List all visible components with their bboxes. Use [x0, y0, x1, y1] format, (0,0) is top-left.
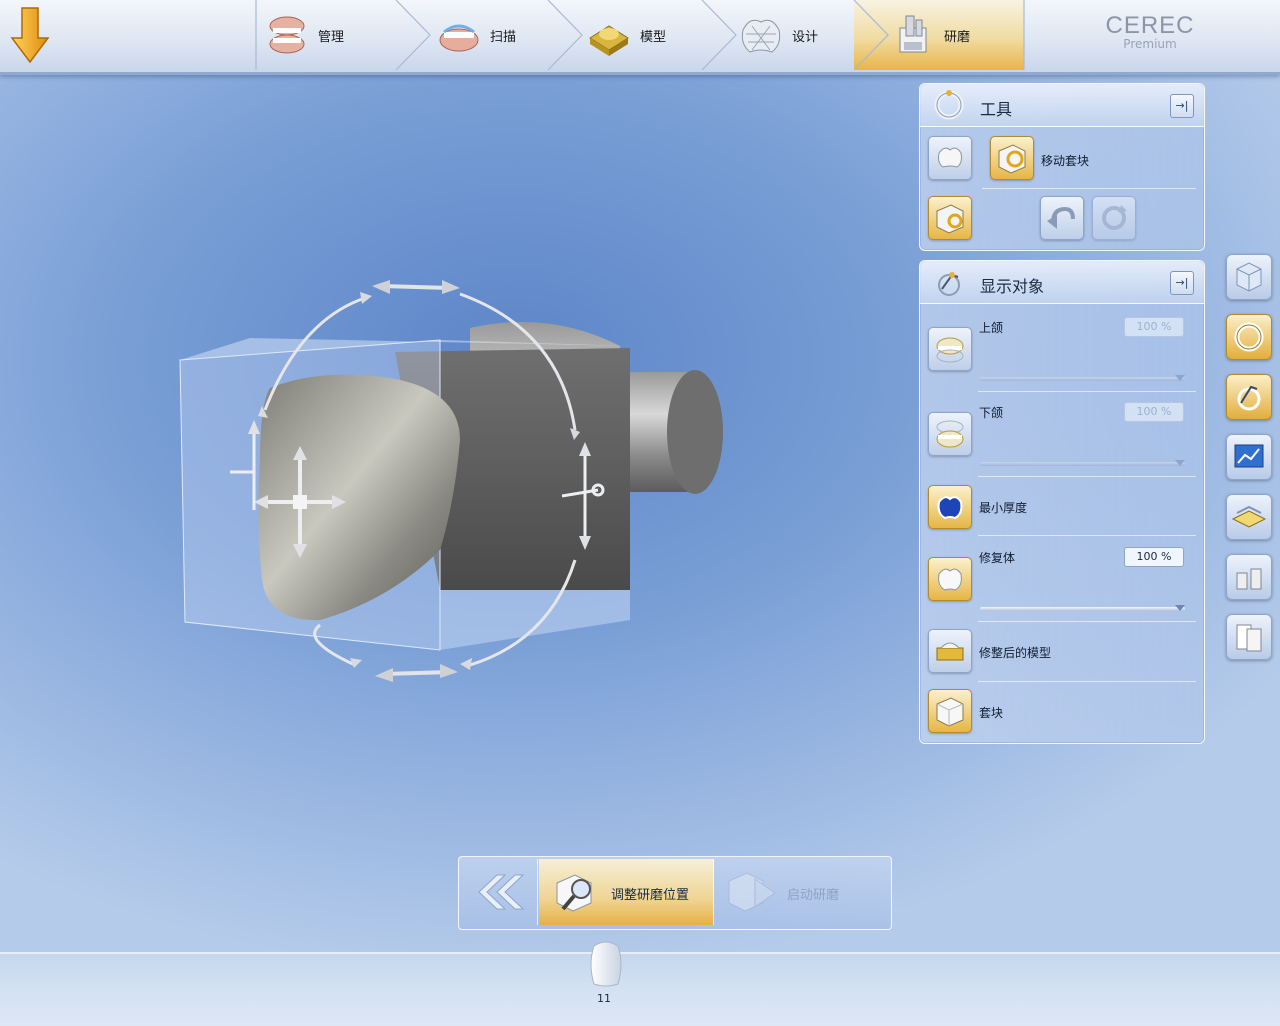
reset-rotation-button[interactable]: [1092, 196, 1136, 240]
upper-jaw-opacity[interactable]: 100 %: [1124, 317, 1184, 337]
double-chevron-left-icon: [478, 874, 525, 910]
lower-jaw-slider[interactable]: [980, 462, 1185, 466]
start-milling-icon: [728, 872, 776, 912]
upper-jaw-icon: [936, 337, 964, 363]
lower-jaw-slider-knob[interactable]: [1175, 460, 1185, 466]
tooth-strip: [0, 952, 1280, 1026]
material-button[interactable]: [1226, 494, 1272, 540]
tools-panel-header: 工具 →|: [920, 84, 1204, 127]
reports-button[interactable]: [1226, 614, 1272, 660]
display-objects-icon: [938, 272, 960, 296]
min-thickness-icon: [937, 496, 963, 520]
brand-title: CEREC: [1105, 12, 1195, 39]
material-blocks-icon: [1231, 505, 1267, 528]
workflow-bar: 管理 扫描 模型 设计 研磨 CEREC Premium: [0, 0, 1280, 75]
restoration-slider-knob[interactable]: [1175, 605, 1185, 611]
tooth-11-icon[interactable]: [586, 940, 626, 990]
block-icon: [936, 697, 964, 727]
restoration-label: 修复体: [979, 551, 1016, 565]
trimmed-model-icon: [936, 642, 964, 661]
trimmed-model-toggle[interactable]: [928, 629, 972, 673]
min-thickness-label: 最小厚度: [979, 501, 1028, 515]
milling-action-bar: 调整研磨位置 启动研磨: [458, 856, 892, 930]
block-toggle[interactable]: [928, 689, 972, 733]
restoration-slider[interactable]: [980, 607, 1185, 611]
lower-jaw-icon: [936, 420, 964, 448]
restoration-opacity[interactable]: 100 %: [1124, 547, 1184, 567]
restoration-toggle[interactable]: [928, 557, 972, 601]
start-milling-label: 启动研磨: [787, 888, 840, 903]
milling-units-button[interactable]: [1226, 554, 1272, 600]
brand-subtitle: Premium: [1123, 37, 1177, 51]
move-block-button[interactable]: [990, 136, 1034, 180]
pin-panel-button[interactable]: →|: [1170, 94, 1194, 118]
tooth-number: 11: [597, 992, 611, 1005]
display-panel-title: 显示对象: [980, 277, 1045, 296]
trimmed-model-label: 修整后的模型: [979, 646, 1052, 660]
lower-jaw-opacity[interactable]: 100 %: [1124, 402, 1184, 422]
milling-units-icon: [1236, 568, 1262, 590]
undo-button[interactable]: [1040, 196, 1084, 240]
adjust-milling-label: 调整研磨位置: [611, 888, 690, 903]
display-panel-header: 显示对象 →|: [920, 261, 1204, 304]
crown-tool-button[interactable]: [928, 136, 972, 180]
upper-jaw-slider[interactable]: [980, 377, 1185, 381]
crown-icon: [938, 147, 962, 168]
reports-icon: [1236, 624, 1262, 652]
tools-ring-icon: [934, 90, 964, 120]
move-block-label: 移动套块: [1041, 154, 1090, 168]
magnifier-block-icon: [556, 874, 592, 912]
adjust-milling-position-button[interactable]: 调整研磨位置: [539, 859, 714, 925]
milling-3d-viewport[interactable]: [150, 260, 750, 700]
cerec-logo: CEREC Premium: [1090, 12, 1210, 51]
rotate-reset-icon: [1102, 205, 1127, 230]
min-thickness-toggle[interactable]: [928, 485, 972, 529]
lower-jaw-label: 下颌: [979, 406, 1004, 420]
pin-panel-button[interactable]: →|: [1170, 271, 1194, 295]
lower-jaw-toggle[interactable]: [928, 412, 972, 456]
block-position-icon: [936, 204, 964, 234]
previous-step-button[interactable]: [461, 859, 538, 925]
step-separators: [255, 0, 1025, 70]
upper-jaw-toggle[interactable]: [928, 327, 972, 371]
tools-toggle-button[interactable]: [1226, 314, 1272, 360]
move-block-icon: [998, 144, 1026, 174]
restoration-icon: [938, 568, 962, 591]
display-objects-toggle-button[interactable]: [1226, 374, 1272, 420]
block-label: 套块: [979, 706, 1004, 720]
axis-handle-bottom[interactable]: [375, 664, 458, 682]
display-objects-icon: [1237, 385, 1261, 411]
block-position-button[interactable]: [928, 196, 972, 240]
upper-jaw-label: 上颌: [979, 321, 1004, 335]
view-cube-button[interactable]: [1226, 254, 1272, 300]
tools-panel: 工具 →| 移动套块: [919, 83, 1205, 251]
analysis-button[interactable]: [1226, 434, 1272, 480]
tools-panel-title: 工具: [980, 100, 1013, 119]
analysis-chart-icon: [1234, 444, 1264, 468]
tools-ring-icon: [1234, 322, 1264, 352]
display-objects-panel: 显示对象 →| 上颌 100 % 下颌 100 % 最小厚度 修复体 100 %…: [919, 260, 1205, 744]
view-cube-icon: [1236, 262, 1262, 292]
axis-handle-top[interactable]: [372, 280, 460, 294]
undo-icon: [1047, 206, 1075, 229]
start-milling-button[interactable]: 启动研磨: [715, 859, 889, 925]
upper-jaw-slider-knob[interactable]: [1175, 375, 1185, 381]
